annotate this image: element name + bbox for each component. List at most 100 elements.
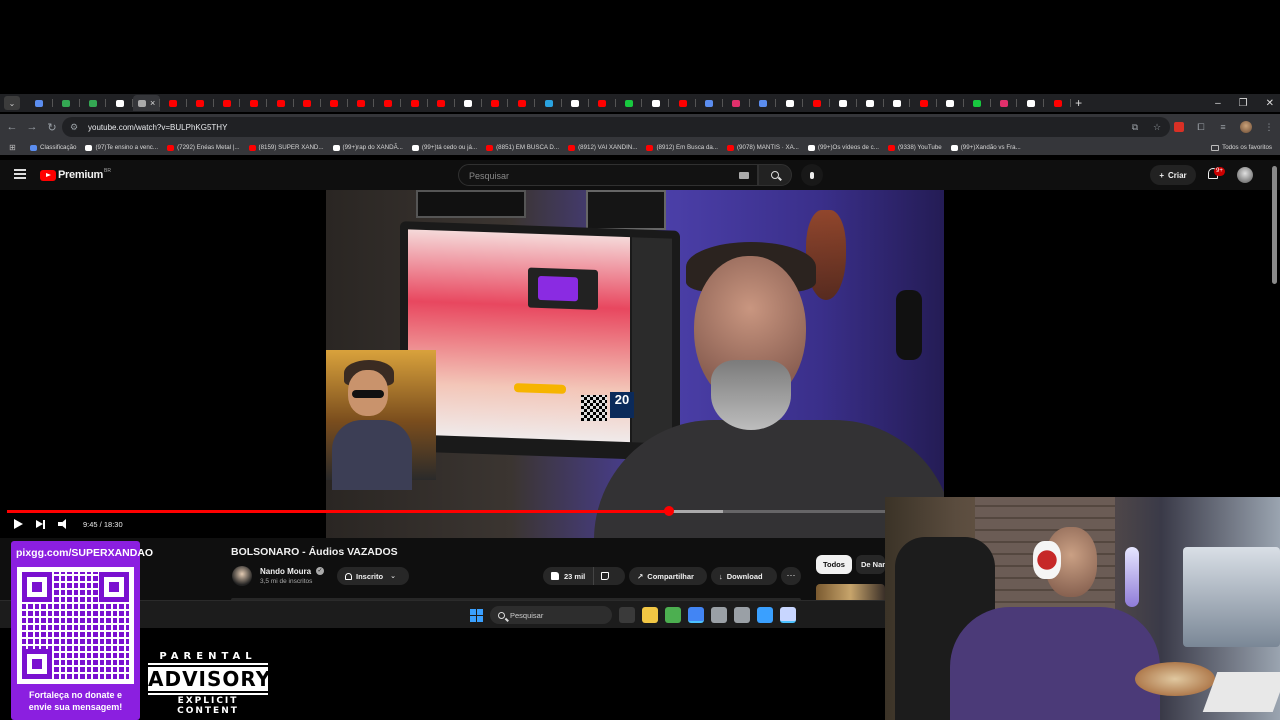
browser-tab[interactable] [401, 95, 428, 111]
progress-scrubber[interactable] [663, 506, 674, 516]
browser-tab[interactable] [616, 95, 643, 111]
bookmark-item[interactable]: (97)Te ensino a venc... [85, 144, 158, 151]
browser-tab[interactable] [562, 95, 589, 111]
app-icon[interactable] [757, 607, 773, 623]
page-scrollbar[interactable] [1272, 166, 1277, 284]
bookmark-item[interactable]: (8159) SUPER XAND... [248, 144, 324, 151]
browser-tab[interactable] [750, 95, 777, 111]
like-button[interactable]: 23 mil [543, 567, 595, 585]
browser-tab[interactable] [482, 95, 509, 111]
share-button[interactable]: ↗ Compartilhar [629, 567, 707, 585]
chip-all[interactable]: Todos [816, 555, 852, 574]
minimize-button[interactable]: – [1215, 98, 1221, 109]
extensions-puzzle-icon[interactable]: ⧠ [1196, 122, 1206, 132]
bookmark-item[interactable]: (9338) YouTube [887, 144, 942, 151]
taskbar-search[interactable]: Pesquisar [490, 606, 612, 624]
browser-tab[interactable] [535, 95, 562, 111]
browser-tab[interactable] [187, 95, 214, 111]
browser-tab[interactable] [991, 95, 1018, 111]
browser-tab[interactable] [1017, 95, 1045, 111]
browser-tab[interactable] [1044, 95, 1071, 111]
thumbs-down-icon[interactable] [601, 572, 610, 580]
steam-icon[interactable] [780, 607, 796, 623]
install-app-icon[interactable]: ⧉ [1130, 122, 1140, 132]
browser-tab[interactable] [696, 95, 723, 111]
search-input[interactable]: Pesquisar [458, 164, 758, 186]
browser-tab[interactable] [830, 95, 857, 111]
channel-avatar[interactable] [232, 566, 252, 586]
browser-tab[interactable] [240, 95, 267, 111]
browser-tab[interactable] [294, 95, 321, 111]
browser-tab[interactable]: × [133, 95, 160, 111]
browser-tab[interactable] [589, 95, 616, 111]
new-tab-button[interactable]: + [1075, 96, 1082, 110]
close-tab-icon[interactable]: × [150, 98, 155, 108]
bookmark-item[interactable]: (99+)tá cedo ou já... [411, 144, 477, 151]
bookmark-item[interactable]: (99+)Xandão vs Fra... [950, 144, 1021, 151]
play-icon[interactable] [14, 519, 23, 529]
browser-tab[interactable] [214, 95, 241, 111]
guide-menu-icon[interactable] [14, 169, 26, 179]
bookmark-item[interactable]: (7292) Enéas Metal |... [167, 144, 240, 151]
browser-tab[interactable] [374, 95, 401, 111]
browser-tab[interactable] [857, 95, 884, 111]
settings-icon[interactable] [734, 607, 750, 623]
browser-tab[interactable] [106, 95, 133, 111]
more-actions-button[interactable]: ··· [781, 567, 801, 585]
keyboard-icon[interactable] [739, 172, 749, 179]
store-icon[interactable] [665, 607, 681, 623]
download-button[interactable]: ↓ Download [711, 567, 777, 585]
youtube-logo[interactable]: Premium BR [40, 168, 111, 181]
browser-tab[interactable] [642, 95, 669, 111]
chrome-icon[interactable] [688, 607, 704, 623]
browser-tab[interactable] [455, 95, 482, 111]
task-view-icon[interactable] [619, 607, 635, 623]
recommended-thumbnail[interactable] [816, 584, 885, 600]
profile-avatar[interactable] [1240, 121, 1252, 133]
forward-button[interactable]: → [22, 121, 42, 133]
bookmark-item[interactable]: (8912) Em Busca da... [646, 144, 718, 151]
app-icon[interactable] [711, 607, 727, 623]
extension-icon[interactable] [1174, 122, 1184, 132]
browser-tab[interactable] [776, 95, 803, 111]
close-window-button[interactable]: ✕ [1266, 98, 1274, 109]
browser-tab[interactable] [937, 95, 964, 111]
browser-tab[interactable] [267, 95, 294, 111]
video-frame[interactable]: 20 [326, 190, 944, 538]
browser-tab[interactable] [884, 95, 911, 111]
browser-tab[interactable] [348, 95, 375, 111]
bookmark-item[interactable]: (8912) VAI XANDIN... [568, 144, 637, 151]
browser-tab[interactable] [160, 95, 187, 111]
all-bookmarks-button[interactable]: Todos os favoritos [1211, 140, 1272, 155]
browser-tab[interactable] [321, 95, 348, 111]
browser-tab[interactable] [910, 95, 937, 111]
bookmark-item[interactable]: (99+)rap do XANDÃ... [332, 144, 403, 151]
browser-tab[interactable] [53, 95, 80, 111]
apps-grid-icon[interactable]: ⊞ [9, 143, 21, 152]
bookmark-item[interactable]: (9078) MANTIS · XA... [727, 144, 799, 151]
browser-tab[interactable] [723, 95, 750, 111]
chip-from-channel[interactable]: De Nando Moura [856, 555, 885, 574]
bookmark-star-icon[interactable]: ☆ [1152, 122, 1162, 132]
search-button[interactable] [758, 164, 792, 186]
channel-name[interactable]: Nando Moura [260, 567, 311, 576]
voice-search-button[interactable] [801, 164, 823, 186]
browser-tab[interactable] [803, 95, 830, 111]
maximize-button[interactable]: ❐ [1239, 98, 1248, 109]
browser-tab[interactable] [964, 95, 991, 111]
volume-icon[interactable] [58, 519, 70, 529]
tab-search-dropdown-icon[interactable]: ⌄ [4, 96, 20, 110]
browser-tab[interactable] [26, 95, 53, 111]
browser-tab[interactable] [80, 95, 107, 111]
subscribed-button[interactable]: Inscrito ⌄ [337, 567, 409, 585]
bookmark-item[interactable]: (8851) EM BUSCA D... [486, 144, 559, 151]
create-button[interactable]: + Criar [1150, 165, 1196, 185]
browser-tab[interactable] [508, 95, 535, 111]
bookmark-item[interactable]: Classificação [30, 144, 76, 151]
reload-button[interactable]: ↻ [42, 121, 62, 134]
menu-kebab-icon[interactable]: ⋮ [1264, 122, 1274, 132]
site-info-icon[interactable]: ⚙ [70, 122, 86, 133]
reading-list-icon[interactable]: ≡ [1218, 122, 1228, 132]
address-bar[interactable]: ⚙ youtube.com/watch?v=BULPhKG5THY [62, 117, 1170, 137]
browser-tab[interactable] [669, 95, 696, 111]
